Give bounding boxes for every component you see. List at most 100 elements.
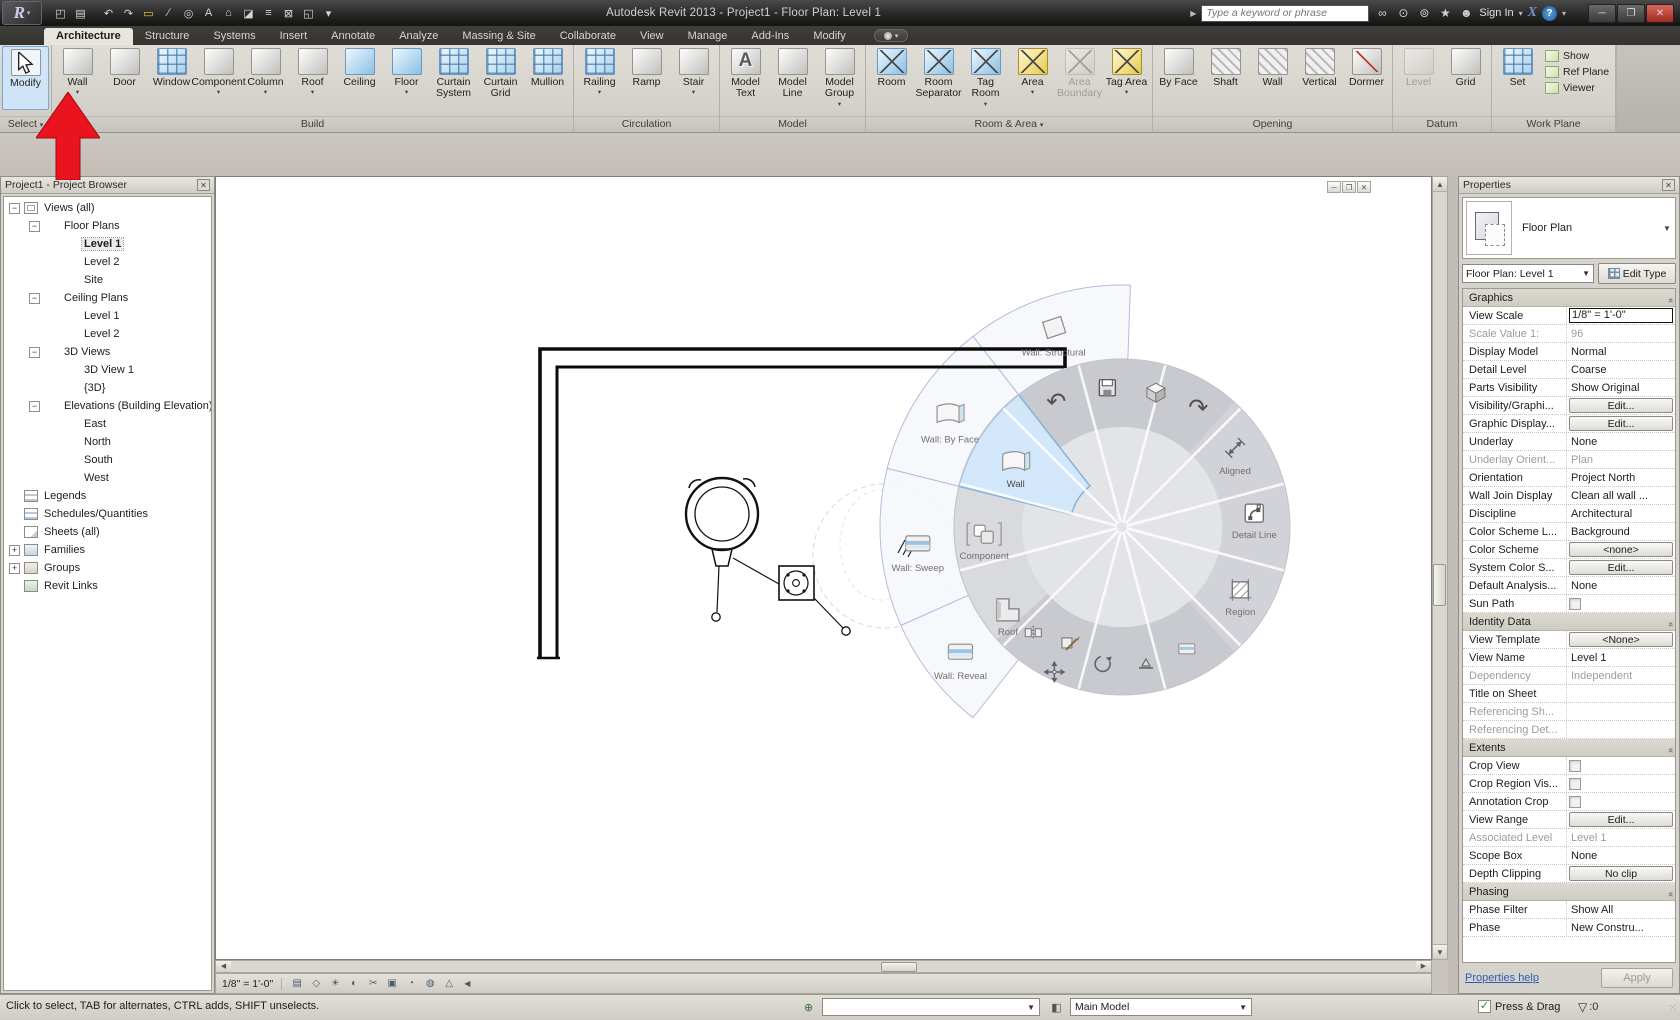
prop-value[interactable]: Background Background — [1567, 526, 1675, 538]
prop-value[interactable]: No clip No clip — [1567, 866, 1675, 881]
room-separator-button[interactable]: Room Separator — [915, 46, 962, 110]
shaft-button[interactable]: Shaft — [1202, 46, 1249, 110]
section-collapse-icon[interactable]: » — [1665, 616, 1675, 626]
tree-expander-icon[interactable] — [29, 293, 40, 304]
close-button[interactable]: ✕ — [1646, 4, 1674, 23]
checkbox-checked-icon[interactable]: ✓ — [1478, 1000, 1491, 1013]
ribbon-tab[interactable]: Add-Ins — [739, 28, 801, 45]
tree-expander-icon[interactable] — [29, 221, 40, 232]
view-scale-control[interactable]: 1/8" = 1'-0" — [222, 978, 282, 990]
tree-item[interactable]: 3D View 1 — [4, 361, 211, 379]
thin-lines-icon[interactable]: ≡ — [260, 5, 277, 21]
edit-type-button[interactable]: Edit Type — [1598, 263, 1676, 284]
save-icon[interactable]: ▤ — [72, 5, 89, 21]
tree-expander-icon[interactable] — [9, 563, 20, 574]
prop-value[interactable]: New Constru... New Constru... — [1567, 922, 1675, 934]
tree-item[interactable]: Families — [4, 541, 211, 559]
level-button[interactable]: Level — [1395, 46, 1442, 110]
prop-value-button[interactable]: <none> — [1569, 542, 1673, 557]
reveal-hidden-icon[interactable]: ◍ — [422, 976, 438, 991]
prop-value[interactable]: 1/8" = 1'-0" 1/8" = 1'-0" — [1567, 308, 1675, 323]
prop-value[interactable]: Plan Plan — [1567, 454, 1675, 466]
tree-item[interactable]: 3D Views — [4, 343, 211, 361]
communication-center-icon[interactable]: ⊚ — [1416, 6, 1432, 20]
properties-help-link[interactable]: Properties help — [1465, 972, 1539, 984]
design-options-icon[interactable]: ◧ — [1048, 999, 1065, 1015]
model-group-button[interactable]: Model Group ▾ — [816, 46, 863, 110]
search-binoculars-icon[interactable]: ∞ — [1374, 6, 1390, 20]
prop-value[interactable]: None None — [1567, 850, 1675, 862]
door-button[interactable]: Door — [101, 46, 148, 110]
tree-item[interactable]: Elevations (Building Elevation) — [4, 397, 211, 415]
prop-value[interactable]: Edit... Edit... — [1567, 398, 1675, 413]
text-icon[interactable]: A — [200, 5, 217, 21]
sign-in-button[interactable]: Sign In — [1479, 7, 1513, 19]
design-option-combobox[interactable]: Main Model▼ — [1070, 998, 1252, 1016]
tree-expander-icon[interactable] — [9, 203, 20, 214]
prop-checkbox[interactable] — [1569, 778, 1581, 790]
sign-in-dropdown-icon[interactable]: ▾ — [1519, 9, 1523, 18]
prop-value[interactable] — [1567, 760, 1675, 772]
view-restore-icon[interactable]: ❐ — [1342, 181, 1356, 193]
switch-windows-icon[interactable]: ◱ — [300, 5, 317, 21]
ribbon-tab[interactable]: View — [628, 28, 676, 45]
railing-button[interactable]: Railing ▾ — [576, 46, 623, 110]
area-boundary-button[interactable]: Area Boundary — [1056, 46, 1103, 110]
ceiling-button[interactable]: Ceiling — [336, 46, 383, 110]
panel-splitter[interactable] — [1448, 176, 1458, 994]
prop-value[interactable]: None None — [1567, 436, 1675, 448]
tree-item[interactable]: Ceiling Plans — [4, 289, 211, 307]
panel-label[interactable]: Model — [720, 116, 865, 132]
ribbon-tab[interactable]: Annotate — [319, 28, 387, 45]
ribbon-tab[interactable]: Insert — [268, 28, 320, 45]
panel-label[interactable]: Opening — [1153, 116, 1392, 132]
model-text-button[interactable]: Model Text — [722, 46, 769, 110]
subscription-center-icon[interactable]: ⊙ — [1395, 6, 1411, 20]
help-dropdown-icon[interactable]: ▾ — [1562, 9, 1566, 18]
drawing-view[interactable]: Wall: StructuralWall: By FaceWallWall: S… — [215, 176, 1432, 960]
show-workplane-button[interactable]: Show — [1541, 48, 1613, 64]
selection-filter[interactable]: ▽ :0 — [1578, 1000, 1598, 1014]
tag-by-category-icon[interactable]: ◎ — [180, 5, 197, 21]
prop-value[interactable]: Level 1 Level 1 — [1567, 832, 1675, 844]
panel-label[interactable]: Room & Area ▾ — [866, 116, 1152, 132]
prop-value[interactable]: 96 96 — [1567, 328, 1675, 340]
infocenter-collapse-icon[interactable]: ▶ — [1190, 9, 1196, 18]
floor-plan-drawing[interactable]: Wall: StructuralWall: By FaceWallWall: S… — [216, 177, 1431, 959]
prop-value-button[interactable]: Edit... — [1569, 416, 1673, 431]
ribbon-tab[interactable]: Architecture — [44, 28, 133, 45]
prop-value[interactable]: Clean all wall ... Clean all wall ... — [1567, 490, 1675, 502]
save-wheel-icon[interactable] — [1099, 380, 1115, 396]
visual-style-icon[interactable]: ◇ — [308, 976, 324, 991]
show-crop-icon[interactable]: ▣ — [384, 976, 400, 991]
favorites-icon[interactable]: ★ — [1437, 6, 1453, 20]
prop-checkbox[interactable] — [1569, 796, 1581, 808]
shadows-icon[interactable]: ◐ — [346, 976, 362, 991]
prop-value[interactable]: Edit... Edit... — [1567, 416, 1675, 431]
ribbon-tab[interactable]: Systems — [201, 28, 267, 45]
press-drag-toggle[interactable]: ✓ Press & Drag — [1478, 1000, 1560, 1013]
prop-value[interactable]: Edit... Edit... — [1567, 812, 1675, 827]
prop-value[interactable]: Edit... Edit... — [1567, 560, 1675, 575]
modify-options-pill[interactable]: ▾ — [874, 29, 908, 42]
prop-checkbox[interactable] — [1569, 598, 1581, 610]
prop-value[interactable]: None None — [1567, 580, 1675, 592]
default-3d-view-icon[interactable]: ⌂ — [220, 5, 237, 21]
component-fixture[interactable] — [686, 478, 915, 635]
open-icon[interactable]: ◰ — [52, 5, 69, 21]
ribbon-tab[interactable]: Modify — [801, 28, 857, 45]
wall-opening-button[interactable]: Wall — [1249, 46, 1296, 110]
panel-label[interactable]: Circulation — [574, 116, 719, 132]
resize-grip[interactable]: ⁙ — [1669, 1003, 1677, 1014]
component-button[interactable]: Component ▾ — [195, 46, 242, 110]
prop-value[interactable]: Level 1 Level 1 — [1567, 652, 1675, 664]
panel-label[interactable]: Datum — [1393, 116, 1491, 132]
crop-view-icon[interactable]: ✂ — [365, 976, 381, 991]
detail-level-icon[interactable]: ▤ — [289, 976, 305, 991]
curtain-grid-button[interactable]: Curtain Grid — [477, 46, 524, 110]
ref-plane-button[interactable]: Ref Plane — [1541, 64, 1613, 80]
tree-expander-icon[interactable] — [29, 401, 40, 412]
restore-button[interactable]: ❐ — [1617, 4, 1645, 23]
component-wedge-icon[interactable]: Component — [960, 523, 1009, 562]
scroll-right-icon[interactable]: ▶ — [1416, 961, 1431, 972]
